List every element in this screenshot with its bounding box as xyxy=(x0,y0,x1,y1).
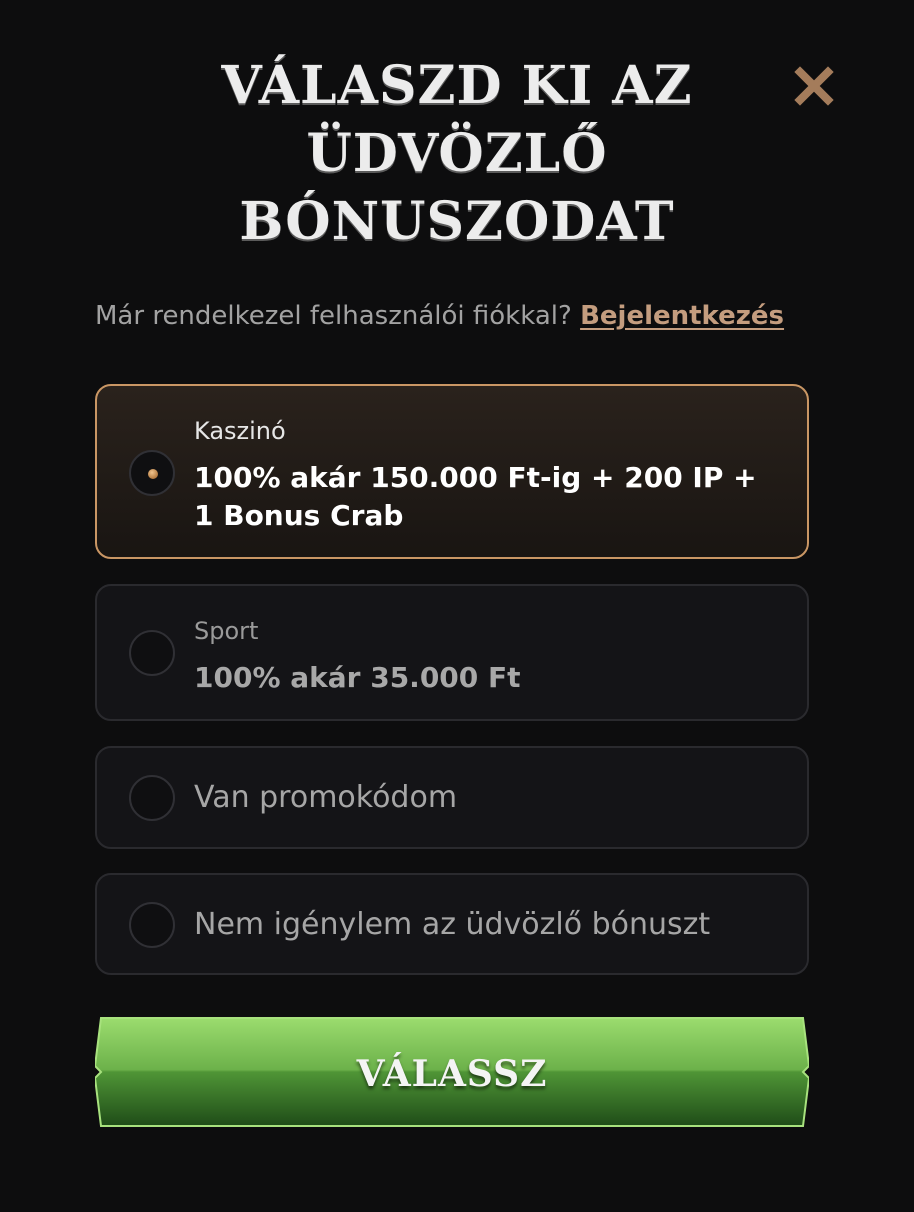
bonus-option-no-bonus[interactable]: Nem igénylem az üdvözlő bónuszt xyxy=(95,873,809,975)
bonus-option-sport[interactable]: Sport 100% akár 35.000 Ft xyxy=(95,584,809,721)
radio-casino[interactable] xyxy=(129,450,175,496)
bonus-option-promo-code[interactable]: Van promokódom xyxy=(95,746,809,849)
bonus-option-casino[interactable]: Kaszinó 100% akár 150.000 Ft-ig + 200 IP… xyxy=(95,384,809,559)
option-title: 100% akár 35.000 Ft xyxy=(194,661,521,694)
close-icon xyxy=(794,66,834,106)
modal-title: VÁLASZD KI AZ ÜDVÖZLŐ BÓNUSZODAT xyxy=(221,55,693,252)
radio-sport[interactable] xyxy=(129,630,175,676)
option-category: Sport xyxy=(194,617,259,645)
login-link[interactable]: Bejelentkezés xyxy=(580,301,784,331)
choose-button[interactable]: VÁLASSZ xyxy=(95,1016,809,1128)
radio-no-bonus[interactable] xyxy=(129,902,175,948)
option-label: Nem igénylem az üdvözlő bónuszt xyxy=(194,907,711,942)
option-title: 100% akár 150.000 Ft-ig + 200 IP + 1 Bon… xyxy=(194,461,757,532)
choose-button-label: VÁLASSZ xyxy=(356,1053,548,1095)
login-row: Már rendelkezel felhasználói fiókkal? Be… xyxy=(95,298,784,334)
radio-promo-code[interactable] xyxy=(129,775,175,821)
login-prompt: Már rendelkezel felhasználói fiókkal? xyxy=(95,301,572,331)
close-button[interactable] xyxy=(792,64,836,108)
option-label: Van promokódom xyxy=(194,780,458,815)
option-category: Kaszinó xyxy=(194,417,286,445)
radio-selected-dot xyxy=(148,469,158,479)
